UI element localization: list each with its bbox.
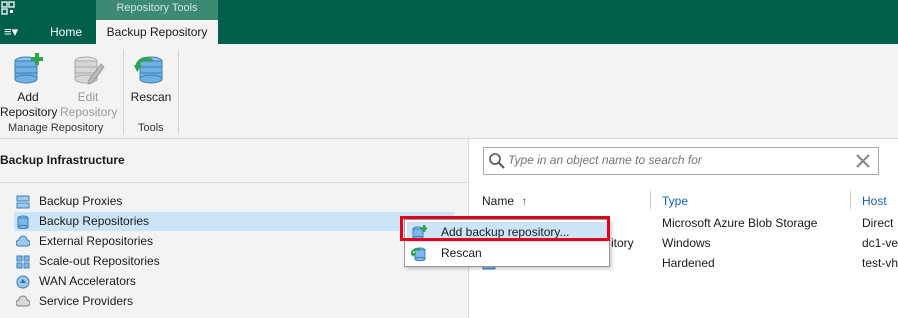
add-repository-button[interactable]: Add Repository — [0, 48, 58, 120]
menu-item-rescan[interactable]: Rescan — [407, 243, 607, 263]
group-label-tools: Tools — [138, 122, 164, 134]
cell-host: test-vh — [862, 256, 898, 270]
nav-item-label: External Repositories — [39, 234, 154, 248]
group-label-manage-repository: Manage Repository — [8, 122, 104, 134]
column-header-host[interactable]: Host — [862, 193, 887, 209]
nav-item-label: Scale-out Repositories — [39, 254, 160, 268]
rescan-label: Rescan — [130, 90, 172, 104]
column-divider[interactable] — [850, 191, 851, 209]
search-box[interactable] — [483, 147, 879, 175]
rescan-icon — [134, 56, 163, 84]
edit-repository-button[interactable]: Edit Repository — [60, 48, 118, 120]
nav-item-scale-out-repositories[interactable]: Scale-out Repositories — [14, 252, 454, 271]
edit-repository-icon — [74, 56, 105, 85]
rescan-button[interactable]: Rescan — [123, 48, 179, 105]
nav-item-backup-proxies[interactable]: Backup Proxies — [14, 192, 454, 211]
nav-item-service-providers[interactable]: Service Providers — [14, 292, 454, 311]
add-repository-label-1: Add — [17, 90, 39, 104]
highlight-annotation — [400, 216, 610, 241]
service-provider-icon — [16, 295, 30, 307]
wan-accelerator-icon — [16, 275, 30, 289]
search-input[interactable] — [508, 151, 848, 169]
add-repository-icon — [14, 53, 43, 84]
external-repository-icon — [16, 235, 30, 247]
scaleout-repository-icon — [16, 255, 30, 269]
ribbon-group-divider — [178, 50, 179, 134]
nav-item-backup-repositories[interactable]: Backup Repositories — [14, 212, 454, 231]
menu-item-label: Rescan — [441, 246, 482, 260]
column-name-label: Name — [482, 194, 515, 208]
tab-backup-repository[interactable]: Backup Repository — [96, 20, 218, 44]
main-menu-button[interactable]: ≡▾ — [4, 24, 18, 40]
clear-search-icon[interactable] — [854, 152, 872, 170]
cell-host: Direct — [862, 216, 894, 230]
column-header-type[interactable]: Type — [662, 193, 688, 209]
cell-type: Windows — [662, 236, 711, 250]
cell-host: dc1-ve — [862, 236, 898, 250]
nav-item-label: Service Providers — [39, 294, 134, 308]
navigation-title: Backup Infrastructure — [0, 153, 125, 167]
contextual-tab-title: Repository Tools — [96, 0, 218, 20]
divider — [0, 182, 468, 183]
column-divider[interactable] — [650, 191, 651, 209]
nav-item-label: WAN Accelerators — [39, 274, 136, 288]
cell-type: Hardened — [662, 256, 715, 270]
edit-repository-label-1: Edit — [77, 90, 99, 104]
add-repository-label-2: Repository — [0, 105, 58, 119]
cell-name: itory — [611, 236, 634, 250]
search-icon — [489, 153, 505, 169]
proxy-icon — [16, 195, 30, 209]
rescan-icon — [411, 247, 426, 262]
edit-repository-label-2: Repository — [60, 105, 118, 119]
nav-item-label: Backup Repositories — [39, 214, 150, 228]
repository-icon — [17, 215, 29, 229]
title-bar: Repository Tools ≡▾ Home Backup Reposito… — [0, 0, 898, 44]
nav-item-label: Backup Proxies — [39, 194, 123, 208]
nav-item-external-repositories[interactable]: External Repositories — [14, 232, 454, 251]
column-header-name[interactable]: Name ↑ — [482, 193, 527, 209]
cell-type: Microsoft Azure Blob Storage — [662, 216, 818, 230]
nav-item-wan-accelerators[interactable]: WAN Accelerators — [14, 272, 454, 291]
ribbon: Add Repository Edit Repository Manage Re… — [0, 44, 898, 139]
app-icon — [0, 0, 16, 16]
tab-home[interactable]: Home — [42, 20, 90, 44]
sort-ascending-icon: ↑ — [521, 194, 528, 208]
navigation-pane: Backup Infrastructure Backup Proxies Bac… — [0, 139, 468, 318]
